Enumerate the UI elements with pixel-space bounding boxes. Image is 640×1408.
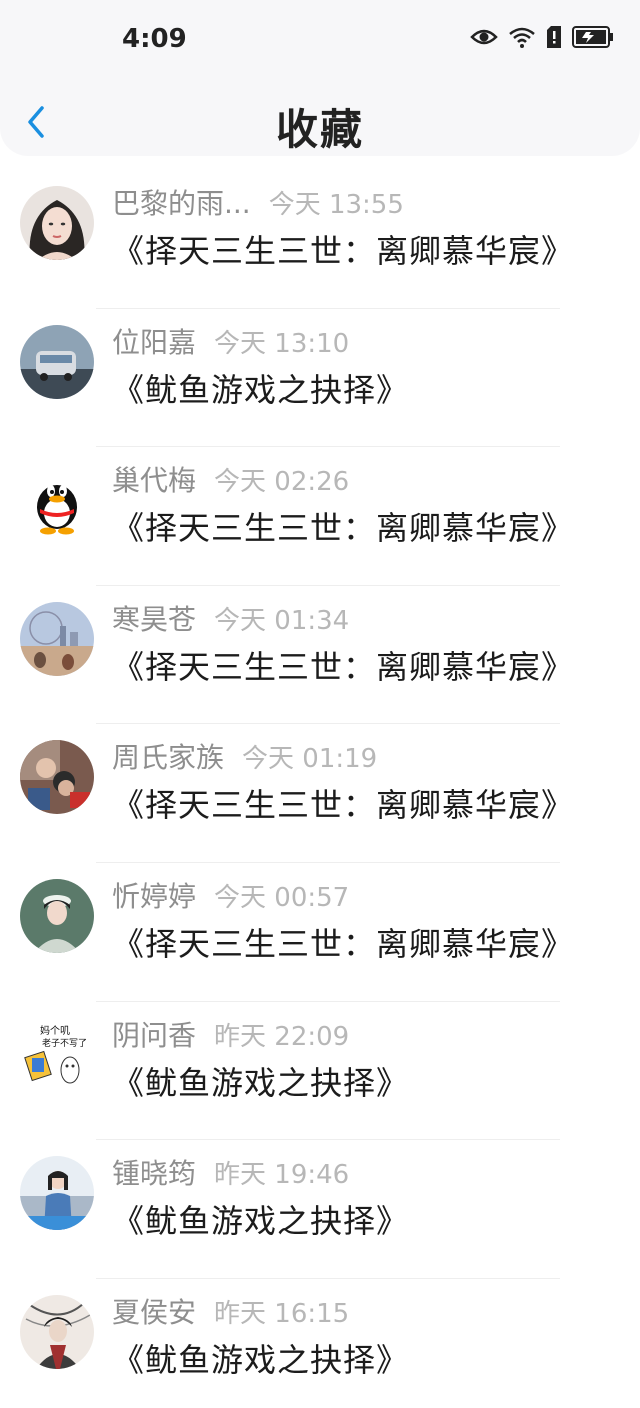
user-name: 阴问香 昨天 22:09 bbox=[112, 1018, 350, 1052]
avatar: 妈个叽 老子不写了 bbox=[20, 1017, 94, 1092]
user-name: 忻婷婷 今天 00:57 bbox=[112, 879, 350, 913]
timestamp: 今天 13:55 bbox=[268, 190, 404, 220]
book-title: 《择天三生三世：离卿慕华宸》 bbox=[112, 647, 575, 686]
user-name: 锺晓筠 昨天 19:46 bbox=[112, 1157, 350, 1191]
timestamp: 今天 00:57 bbox=[214, 882, 350, 913]
list-item[interactable]: 寒昊苍 今天 01:34 《择天三生三世：离卿慕华宸》 bbox=[0, 586, 640, 725]
page-title: 收藏 bbox=[275, 105, 364, 154]
sim-alert-icon bbox=[547, 26, 561, 48]
book-title: 《择天三生三世：离卿慕华宸》 bbox=[112, 509, 575, 548]
list-item[interactable]: 位阳嘉 今天 13:10 《鱿鱼游戏之抉择》 bbox=[0, 309, 640, 448]
user-name: 位阳嘉 今天 13:10 bbox=[112, 325, 350, 359]
avatar bbox=[20, 1294, 94, 1369]
list-item[interactable]: 忻婷婷 今天 00:57 《择天三生三世：离卿慕华宸》 bbox=[0, 863, 640, 1002]
avatar bbox=[20, 186, 94, 260]
book-title: 《择天三生三世：离卿慕华宸》 bbox=[112, 232, 575, 270]
wifi-icon bbox=[509, 27, 535, 48]
timestamp: 昨天 16:15 bbox=[214, 1298, 350, 1329]
list-item[interactable]: 锺晓筠 昨天 19:46 《鱿鱼游戏之抉择》 bbox=[0, 1140, 640, 1279]
app-header: 4:09 收藏 bbox=[0, 0, 640, 156]
battery-charging-icon bbox=[572, 26, 613, 48]
user-name: 巢代梅 今天 02:26 bbox=[112, 464, 350, 498]
status-time: 4:09 bbox=[122, 24, 187, 54]
avatar bbox=[20, 878, 94, 953]
list-item[interactable]: 妈个叽 老子不写了 阴问香 昨天 22:09 《鱿鱼游戏之抉择》 bbox=[0, 1002, 640, 1141]
book-title: 《鱿鱼游戏之抉择》 bbox=[112, 1202, 410, 1241]
timestamp: 昨天 19:46 bbox=[214, 1160, 350, 1191]
book-title: 《鱿鱼游戏之抉择》 bbox=[112, 1340, 410, 1379]
list-item[interactable]: 夏侯安 昨天 16:15 《鱿鱼游戏之抉择》 bbox=[0, 1279, 640, 1408]
user-name: 周氏家族 今天 01:19 bbox=[112, 741, 378, 775]
user-name: 巴黎的雨... 今天 13:55 bbox=[112, 187, 404, 220]
timestamp: 昨天 22:09 bbox=[214, 1021, 350, 1052]
svg-text:老子不写了: 老子不写了 bbox=[42, 1037, 87, 1049]
avatar bbox=[20, 324, 94, 399]
avatar bbox=[20, 463, 94, 538]
book-title: 《择天三生三世：离卿慕华宸》 bbox=[112, 924, 575, 963]
timestamp: 今天 01:19 bbox=[242, 744, 378, 775]
timestamp: 今天 01:34 bbox=[214, 605, 350, 636]
book-title: 《择天三生三世：离卿慕华宸》 bbox=[112, 786, 575, 825]
list-item[interactable]: 巢代梅 今天 02:26 《择天三生三世：离卿慕华宸》 bbox=[0, 447, 640, 586]
book-title: 《鱿鱼游戏之抉择》 bbox=[112, 1063, 410, 1102]
book-title: 《鱿鱼游戏之抉择》 bbox=[112, 370, 410, 409]
svg-text:妈个叽: 妈个叽 bbox=[40, 1024, 70, 1037]
avatar bbox=[20, 1156, 94, 1231]
timestamp: 今天 13:10 bbox=[214, 328, 350, 359]
user-name: 寒昊苍 今天 01:34 bbox=[112, 602, 350, 636]
favorites-list: 巴黎的雨... 今天 13:55 《择天三生三世：离卿慕华宸》 位阳嘉 今天 13:… bbox=[0, 170, 640, 1408]
eye-icon bbox=[470, 29, 498, 45]
list-item[interactable]: 周氏家族 今天 01:19 《择天三生三世：离卿慕华宸》 bbox=[0, 724, 640, 863]
status-icons bbox=[470, 26, 614, 48]
avatar bbox=[20, 740, 94, 815]
timestamp: 今天 02:26 bbox=[214, 467, 350, 498]
list-item[interactable]: 巴黎的雨... 今天 13:55 《择天三生三世：离卿慕华宸》 bbox=[0, 170, 640, 309]
user-name: 夏侯安 昨天 16:15 bbox=[112, 1295, 350, 1329]
avatar bbox=[20, 601, 94, 676]
